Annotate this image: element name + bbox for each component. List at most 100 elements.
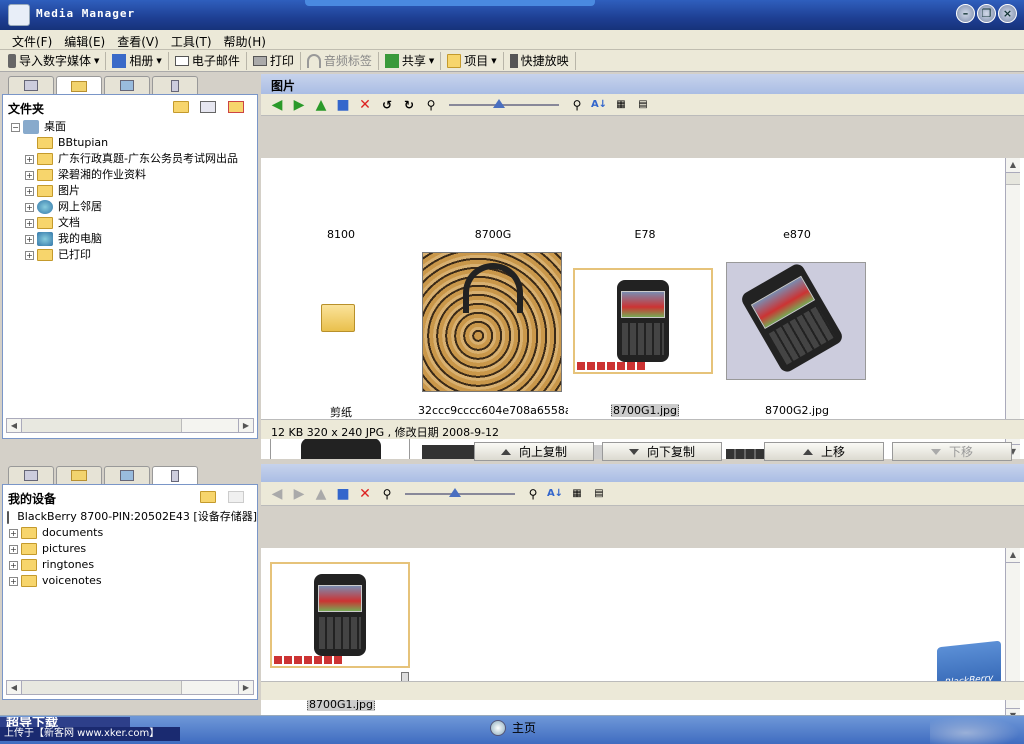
scroll-thumb[interactable] (22, 681, 182, 694)
menu-edit[interactable]: 编辑(E) (58, 30, 111, 49)
phone-thumbnail-selected[interactable] (573, 268, 713, 374)
delete-folder-icon[interactable] (228, 101, 244, 113)
tree-item[interactable]: + documents (7, 525, 257, 541)
back-icon[interactable]: ◀ (269, 97, 285, 113)
arrow-up-icon[interactable]: ▲ (1006, 548, 1020, 563)
view-grid-icon[interactable]: ▦ (613, 97, 629, 113)
rename-icon[interactable] (200, 101, 216, 113)
tab-list[interactable] (8, 466, 54, 484)
view-details-icon[interactable]: ▤ (635, 97, 651, 113)
zoom-in-icon[interactable]: ⚲ (569, 97, 585, 113)
tab-folders[interactable] (56, 466, 102, 484)
slider-knob[interactable] (493, 98, 505, 108)
blackberry-icon (7, 510, 10, 524)
horizontal-scrollbar[interactable]: ◀ ▶ (6, 680, 254, 695)
list-icon (24, 470, 38, 481)
thumbnail-caption: e870 (783, 228, 811, 241)
monitor-icon[interactable]: ■ (335, 97, 351, 113)
home-button[interactable]: 主页 (490, 719, 536, 736)
tab-folders[interactable] (56, 76, 102, 95)
copy-down-button[interactable]: 向下复制 (602, 442, 722, 461)
arrow-up-icon[interactable]: ▲ (1006, 158, 1020, 173)
tab-device[interactable] (152, 76, 198, 94)
slider-knob[interactable] (449, 487, 461, 497)
back-icon[interactable]: ◀ (269, 486, 285, 502)
sort-icon[interactable]: A↓ (547, 486, 563, 502)
tree-item[interactable]: + 文档 (11, 215, 257, 231)
tree-item[interactable]: + pictures (7, 541, 257, 557)
view-grid-icon[interactable]: ▦ (569, 486, 585, 502)
tree-item[interactable]: + 网上邻居 (11, 199, 257, 215)
phone-angle-thumbnail[interactable] (726, 261, 866, 380)
tab-computer[interactable] (104, 76, 150, 94)
copy-up-button[interactable]: 向上复制 (474, 442, 594, 461)
close-icon[interactable]: × (998, 4, 1017, 23)
tab-device[interactable] (152, 466, 198, 485)
tree-item[interactable]: + 我的电脑 (11, 231, 257, 247)
phone-thumbnail-selected[interactable] (270, 562, 410, 668)
tree-item-selected[interactable]: + 图片 (11, 183, 257, 199)
print-button[interactable]: 打印 (247, 51, 301, 70)
tab-list[interactable] (8, 76, 54, 94)
new-folder-icon[interactable] (200, 491, 216, 503)
move-up-button[interactable]: 上移 (764, 442, 884, 461)
monitor-icon[interactable]: ■ (335, 486, 351, 502)
vertical-scrollbar[interactable]: ▲ ▼ (1005, 158, 1020, 459)
menu-file[interactable]: 文件(F) (6, 30, 58, 49)
forward-icon[interactable]: ▶ (291, 486, 307, 502)
folder-icon (37, 137, 53, 149)
tree-item[interactable]: + 已打印 (11, 247, 257, 263)
album-button[interactable]: 相册 ▼ (106, 51, 169, 70)
leopard-thumbnail[interactable] (422, 252, 562, 392)
tree-item-root[interactable]: − 桌面 (11, 119, 257, 135)
headphones-icon (306, 53, 321, 68)
tree-item-device[interactable]: BlackBerry 8700-PIN:20502E43 [设备存储器] (7, 509, 257, 525)
tree-item[interactable]: + voicenotes (7, 573, 257, 589)
forward-icon[interactable]: ▶ (291, 97, 307, 113)
zoom-slider[interactable] (449, 98, 559, 108)
tree-item[interactable]: BBtupian (11, 135, 257, 151)
audio-tag-button[interactable]: 音频标签 (301, 51, 379, 70)
watermark-text: 上传于【新客网 www.xker.com】 (0, 727, 180, 741)
view-details-icon[interactable]: ▤ (591, 486, 607, 502)
move-down-button[interactable]: 下移 (892, 442, 1012, 461)
menu-view[interactable]: 查看(V) (111, 30, 165, 49)
scroll-thumb[interactable] (1006, 173, 1020, 185)
tab-computer[interactable] (104, 466, 150, 484)
delete-icon[interactable]: ✕ (357, 97, 373, 113)
tree-item[interactable]: + 广东行政真题-广东公务员考试网出品 (11, 151, 257, 167)
zoom-slider[interactable] (405, 487, 515, 497)
zoom-in-icon[interactable]: ⚲ (525, 486, 541, 502)
up-folder-icon[interactable]: ▲ (313, 97, 329, 113)
tree-item[interactable]: + ringtones (7, 557, 257, 573)
menu-tools[interactable]: 工具(T) (165, 30, 218, 49)
sort-icon[interactable]: A↓ (591, 97, 607, 113)
zoom-out-icon[interactable]: ⚲ (379, 486, 395, 502)
slideshow-button[interactable]: 快捷放映 (504, 51, 576, 70)
rotate-right-icon[interactable]: ↻ (401, 97, 417, 113)
delete-icon[interactable]: ✕ (357, 486, 373, 502)
menu-help[interactable]: 帮助(H) (218, 30, 272, 49)
arrow-left-icon[interactable]: ◀ (7, 681, 22, 694)
up-folder-icon[interactable]: ▲ (313, 486, 329, 502)
tree-item[interactable]: + 梁碧湘的作业资料 (11, 167, 257, 183)
arrow-right-icon[interactable]: ▶ (238, 681, 253, 694)
horizontal-scrollbar[interactable]: ◀ ▶ (6, 418, 254, 433)
folder-icon (21, 559, 37, 571)
scroll-thumb[interactable] (22, 419, 182, 432)
share-button[interactable]: 共享 ▼ (379, 51, 442, 70)
arrow-left-icon[interactable]: ◀ (7, 419, 22, 432)
import-button[interactable]: 导入数字媒体 ▼ (2, 51, 107, 70)
minimize-icon[interactable]: – (956, 4, 975, 23)
folder-thumbnail[interactable] (321, 304, 355, 332)
restore-icon[interactable]: ❐ (977, 4, 996, 23)
expand-icon: + (25, 234, 34, 244)
folder-icon (447, 53, 462, 68)
rotate-left-icon[interactable]: ↺ (379, 97, 395, 113)
email-button[interactable]: 电子邮件 (169, 51, 247, 70)
project-button[interactable]: 项目 ▼ (441, 51, 504, 70)
new-folder-icon[interactable] (173, 101, 189, 113)
arrow-right-icon[interactable]: ▶ (238, 419, 253, 432)
zoom-out-icon[interactable]: ⚲ (423, 97, 439, 113)
copy-icon[interactable] (228, 491, 244, 503)
